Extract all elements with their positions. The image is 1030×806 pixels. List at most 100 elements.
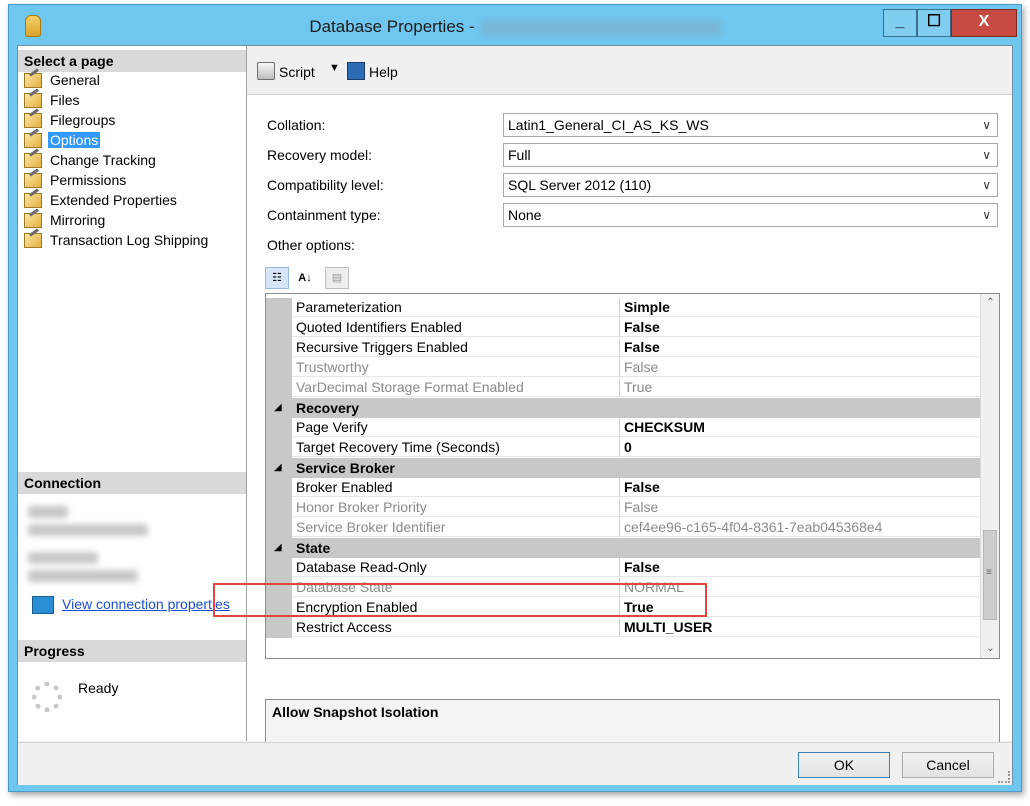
grid-scrollbar[interactable]: ⌃ ≡ ⌄	[980, 294, 999, 658]
collapse-icon[interactable]: ◢	[274, 398, 282, 418]
grid-row-gutter	[266, 358, 292, 378]
grid-property-value[interactable]: False	[620, 558, 980, 577]
grid-property-name: Page Verify	[292, 418, 620, 437]
grid-row[interactable]: Target Recovery Time (Seconds) 0	[266, 438, 980, 458]
grid-property-name: Quoted Identifiers Enabled	[292, 318, 620, 337]
grid-property-name: Recursive Triggers Enabled	[292, 338, 620, 357]
page-item-label: Change Tracking	[50, 152, 156, 168]
maximize-button[interactable]: ☐	[917, 9, 951, 37]
grid-row[interactable]: Page Verify CHECKSUM	[266, 418, 980, 438]
redacted-database-name	[480, 20, 721, 35]
grid-row[interactable]: Parameterization Simple	[266, 298, 980, 318]
close-button[interactable]: X	[951, 9, 1017, 37]
page-icon	[24, 193, 42, 208]
containment-type-select[interactable]: None ∨	[503, 203, 998, 227]
page-item-label: Transaction Log Shipping	[50, 232, 209, 248]
grid-row[interactable]: Restrict Access MULTI_USER	[266, 618, 980, 638]
dialog-client: Select a page General Files Filegroups Opti…	[17, 45, 1013, 785]
grid-row[interactable]: Trustworthy False	[266, 358, 980, 378]
page-icon	[24, 133, 42, 148]
grid-row[interactable]: Recursive Triggers Enabled False	[266, 338, 980, 358]
grid-row[interactable]: Broker Enabled False	[266, 478, 980, 498]
grid-property-value[interactable]: False	[620, 318, 980, 337]
other-options-label: Other options:	[267, 237, 355, 253]
recovery-model-select[interactable]: Full ∨	[503, 143, 998, 167]
grid-row[interactable]: Honor Broker Priority False	[266, 498, 980, 518]
progress-status: Ready	[78, 680, 119, 696]
grid-category-label: Service Broker	[296, 460, 395, 476]
page-item-general[interactable]: General	[24, 70, 210, 90]
progress-header: Progress	[18, 640, 246, 662]
script-label: Script	[279, 64, 315, 80]
title-bar[interactable]: Database Properties - _ ☐ X	[9, 5, 1021, 45]
alphabetical-sort-icon[interactable]: A↓	[293, 267, 317, 289]
grid-row-gutter	[266, 418, 292, 438]
help-label: Help	[369, 64, 398, 80]
grid-row[interactable]: Database Read-Only False	[266, 558, 980, 578]
script-button[interactable]: Script	[257, 62, 315, 80]
page-item-mirroring[interactable]: Mirroring	[24, 210, 210, 230]
grid-category[interactable]: ◢ Service Broker	[266, 458, 980, 478]
resize-grip[interactable]	[998, 771, 1010, 783]
grid-property-value[interactable]: False	[620, 478, 980, 497]
recovery-model-label: Recovery model:	[267, 147, 373, 163]
page-item-change-tracking[interactable]: Change Tracking	[24, 150, 210, 170]
view-connection-properties-label: View connection properties	[62, 596, 230, 612]
view-connection-properties-link[interactable]: View connection properties	[32, 596, 230, 614]
grid-row[interactable]: Quoted Identifiers Enabled False	[266, 318, 980, 338]
collation-select[interactable]: Latin1_General_CI_AS_KS_WS ∨	[503, 113, 998, 137]
grid-property-name: Service Broker Identifier	[292, 518, 620, 537]
collation-label: Collation:	[267, 117, 326, 133]
page-item-permissions[interactable]: Permissions	[24, 170, 210, 190]
chevron-down-icon: ∨	[982, 118, 991, 132]
grid-row-gutter	[266, 558, 292, 578]
categorized-view-icon[interactable]: ☷	[265, 267, 289, 289]
grid-property-value[interactable]: CHECKSUM	[620, 418, 980, 437]
page-icon	[24, 233, 42, 248]
minimize-button[interactable]: _	[883, 9, 917, 37]
grid-row[interactable]: Service Broker Identifier cef4ee96-c165-4…	[266, 518, 980, 538]
grid-row-gutter	[266, 378, 292, 398]
recovery-model-value: Full	[508, 147, 531, 163]
page-icon	[24, 173, 42, 188]
page-item-label: Permissions	[50, 172, 127, 188]
grid-row-gutter	[266, 518, 292, 538]
database-properties-window: Database Properties - _ ☐ X Select a pag…	[8, 4, 1022, 792]
grid-property-name: Restrict Access	[292, 618, 620, 637]
page-icon	[24, 213, 42, 228]
scroll-thumb[interactable]: ≡	[983, 530, 997, 620]
page-item-label: Filegroups	[50, 112, 116, 128]
help-button[interactable]: Help	[347, 62, 398, 80]
grid-property-value: False	[620, 358, 980, 377]
grid-property-value[interactable]: Simple	[620, 298, 980, 317]
window-title: Database Properties -	[309, 17, 475, 36]
page-item-filegroups[interactable]: Filegroups	[24, 110, 210, 130]
collapse-icon[interactable]: ◢	[274, 538, 282, 558]
script-dropdown-arrow-icon[interactable]: ▼	[329, 62, 340, 74]
page-item-extended-properties[interactable]: Extended Properties	[24, 190, 210, 210]
grid-row[interactable]: VarDecimal Storage Format Enabled True	[266, 378, 980, 398]
page-item-label: Options	[48, 132, 101, 148]
grid-category[interactable]: ◢ Recovery	[266, 398, 980, 418]
grid-property-value[interactable]: False	[620, 338, 980, 357]
redacted-connection-label	[28, 552, 98, 564]
grid-property-value[interactable]: 0	[620, 438, 980, 457]
ok-button[interactable]: OK	[798, 752, 890, 778]
grid-property-name: Broker Enabled	[292, 478, 620, 497]
toolbar: Script ▼ Help	[247, 46, 1012, 95]
cancel-button[interactable]: Cancel	[902, 752, 994, 778]
compatibility-level-select[interactable]: SQL Server 2012 (110) ∨	[503, 173, 998, 197]
page-item-transaction-log-shipping[interactable]: Transaction Log Shipping	[24, 230, 210, 250]
property-pages-icon[interactable]: ▤	[325, 267, 349, 289]
collapse-icon[interactable]: ◢	[274, 458, 282, 478]
scroll-down-icon[interactable]: ⌄	[981, 640, 999, 658]
grid-property-value[interactable]: MULTI_USER	[620, 618, 980, 637]
containment-type-value: None	[508, 207, 542, 223]
page-item-options[interactable]: Options	[24, 130, 210, 150]
grid-category[interactable]: ◢ State	[266, 538, 980, 558]
help-icon	[347, 62, 365, 80]
encryption-highlight-box	[213, 583, 707, 617]
network-icon	[32, 596, 54, 614]
scroll-up-icon[interactable]: ⌃	[981, 294, 999, 312]
page-item-files[interactable]: Files	[24, 90, 210, 110]
